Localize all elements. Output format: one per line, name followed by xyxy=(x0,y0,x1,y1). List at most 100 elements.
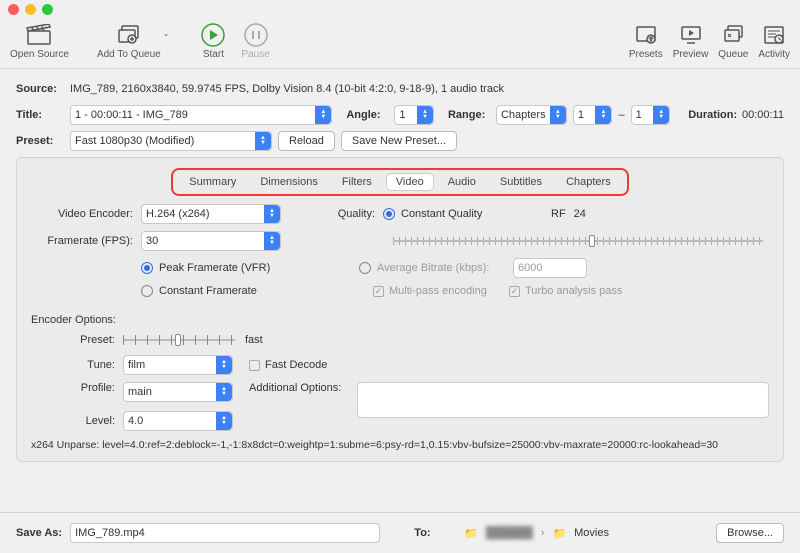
close-window[interactable] xyxy=(8,4,19,15)
enc-tune-label: Tune: xyxy=(31,359,123,371)
add-to-queue-button[interactable]: Add To Queue xyxy=(97,23,161,60)
reload-button[interactable]: Reload xyxy=(278,131,335,151)
updown-icon: ▲▼ xyxy=(255,132,271,150)
peak-framerate-radio[interactable] xyxy=(141,262,153,274)
pause-icon xyxy=(242,23,270,47)
preview-button[interactable]: Preview xyxy=(673,23,709,60)
range-to-value: 1 xyxy=(636,109,642,121)
presets-button[interactable]: Presets xyxy=(629,23,663,60)
activity-button[interactable]: Activity xyxy=(758,23,790,60)
presets-label: Presets xyxy=(629,49,663,60)
queue-button[interactable]: Queue xyxy=(718,23,748,60)
tab-dimensions[interactable]: Dimensions xyxy=(250,173,327,191)
activity-icon xyxy=(760,23,788,47)
updown-icon: ▲▼ xyxy=(264,205,280,223)
duration-value: 00:00:11 xyxy=(742,109,784,121)
encoder-options-heading: Encoder Options: xyxy=(31,314,769,326)
save-new-preset-button[interactable]: Save New Preset... xyxy=(341,131,457,151)
duration-label: Duration: xyxy=(688,109,736,121)
enc-preset-label: Preset: xyxy=(31,334,123,346)
multipass-checkbox[interactable]: ✓ xyxy=(373,286,384,297)
rf-slider[interactable] xyxy=(393,233,763,249)
range-from-value: 1 xyxy=(578,109,584,121)
tab-filters[interactable]: Filters xyxy=(332,173,382,191)
average-bitrate-radio[interactable] xyxy=(359,262,371,274)
stack-icon xyxy=(719,23,747,47)
save-as-label: Save As: xyxy=(16,527,62,539)
title-value: 1 - 00:00:11 - IMG_789 xyxy=(75,109,188,121)
updown-icon: ▲▼ xyxy=(216,383,232,401)
multipass-label: Multi-pass encoding xyxy=(389,285,509,297)
peak-framerate-label: Peak Framerate (VFR) xyxy=(159,262,359,274)
updown-icon: ▲▼ xyxy=(216,356,232,374)
dest-folder: Movies xyxy=(574,527,609,539)
enc-profile-label: Profile: xyxy=(31,382,123,394)
add-to-queue-label: Add To Queue xyxy=(97,49,161,60)
pause-button[interactable]: Pause xyxy=(241,23,269,60)
turbo-checkbox[interactable]: ✓ xyxy=(509,286,520,297)
framerate-select[interactable]: 30 ▲▼ xyxy=(141,231,281,251)
save-bar: Save As: IMG_789.mp4 To: 📁 ██████ › 📁 Mo… xyxy=(0,512,800,553)
add-to-queue-dropdown[interactable]: ⌄ xyxy=(163,29,170,38)
tab-chapters[interactable]: Chapters xyxy=(556,173,621,191)
enc-tune-select[interactable]: film ▲▼ xyxy=(123,355,233,375)
presets-icon xyxy=(632,23,660,47)
additional-options-input[interactable] xyxy=(357,382,769,418)
to-label: To: xyxy=(414,527,456,539)
tab-audio[interactable]: Audio xyxy=(438,173,486,191)
window-controls xyxy=(0,0,800,18)
toolbar: Open Source Add To Queue ⌄ Start Pause P… xyxy=(0,18,800,69)
updown-icon: ▲▼ xyxy=(595,106,611,124)
x264-unparse: x264 Unparse: level=4.0:ref=2:deblock=-1… xyxy=(31,439,769,451)
updown-icon: ▲▼ xyxy=(315,106,331,124)
zoom-window[interactable] xyxy=(42,4,53,15)
range-type-value: Chapters xyxy=(501,109,546,121)
title-select[interactable]: 1 - 00:00:11 - IMG_789 ▲▼ xyxy=(70,105,332,125)
constant-quality-radio[interactable] xyxy=(383,208,395,220)
minimize-window[interactable] xyxy=(25,4,36,15)
open-source-label: Open Source xyxy=(10,49,69,60)
updown-icon: ▲▼ xyxy=(417,106,433,124)
folder-icon: 📁 xyxy=(464,527,478,540)
tab-summary[interactable]: Summary xyxy=(179,173,246,191)
enc-level-select[interactable]: 4.0 ▲▼ xyxy=(123,411,233,431)
constant-quality-label: Constant Quality xyxy=(401,208,521,220)
enc-level-label: Level: xyxy=(31,415,123,427)
save-as-input[interactable]: IMG_789.mp4 xyxy=(70,523,380,543)
quality-label: Quality: xyxy=(281,208,383,220)
tabbar: Summary Dimensions Filters Video Audio S… xyxy=(179,173,620,191)
stack-plus-icon xyxy=(115,23,143,47)
updown-icon: ▲▼ xyxy=(550,106,566,124)
range-type-select[interactable]: Chapters ▲▼ xyxy=(496,105,567,125)
preset-value: Fast 1080p30 (Modified) xyxy=(75,135,194,147)
start-label: Start xyxy=(203,49,224,60)
average-bitrate-label: Average Bitrate (kbps): xyxy=(377,262,513,274)
enc-profile-select[interactable]: main ▲▼ xyxy=(123,382,233,402)
range-label: Range: xyxy=(448,109,490,121)
average-bitrate-input[interactable]: 6000 xyxy=(513,258,587,278)
fast-decode-checkbox[interactable] xyxy=(249,360,260,371)
preview-label: Preview xyxy=(673,49,709,60)
enc-preset-slider[interactable] xyxy=(123,332,235,348)
source-label: Source: xyxy=(16,83,64,95)
angle-label: Angle: xyxy=(346,109,388,121)
range-to-select[interactable]: 1 ▲▼ xyxy=(631,105,671,125)
turbo-label: Turbo analysis pass xyxy=(525,285,622,297)
start-button[interactable]: Start xyxy=(199,23,227,60)
updown-icon: ▲▼ xyxy=(264,232,280,250)
updown-icon: ▲▼ xyxy=(216,412,232,430)
browse-button[interactable]: Browse... xyxy=(716,523,784,543)
source-value: IMG_789, 2160x3840, 59.9745 FPS, Dolby V… xyxy=(70,83,504,95)
constant-framerate-radio[interactable] xyxy=(141,285,153,297)
tab-video[interactable]: Video xyxy=(386,173,434,191)
video-encoder-select[interactable]: H.264 (x264) ▲▼ xyxy=(141,204,281,224)
open-source-button[interactable]: Open Source xyxy=(10,23,69,60)
preset-select[interactable]: Fast 1080p30 (Modified) ▲▼ xyxy=(70,131,272,151)
tab-subtitles[interactable]: Subtitles xyxy=(490,173,552,191)
range-dash: – xyxy=(618,109,624,121)
rf-value: 24 xyxy=(574,208,586,220)
angle-select[interactable]: 1 ▲▼ xyxy=(394,105,434,125)
breadcrumb-sep: › xyxy=(541,527,545,539)
range-from-select[interactable]: 1 ▲▼ xyxy=(573,105,613,125)
enc-preset-value: fast xyxy=(245,334,263,346)
